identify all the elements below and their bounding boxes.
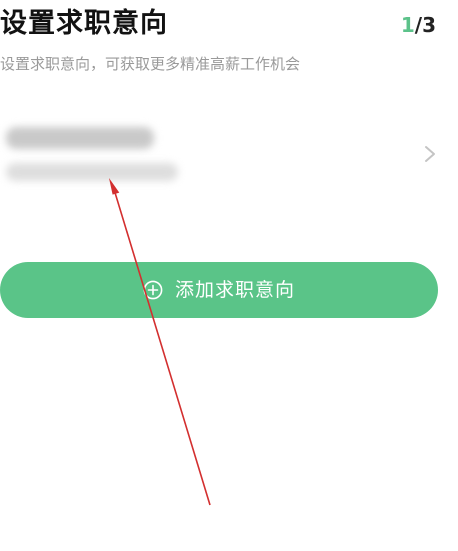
add-job-intention-label: 添加求职意向 xyxy=(174,279,295,301)
page-subtitle: 设置求职意向，可获取更多精准高薪工作机会 xyxy=(0,55,301,73)
job-intention-card[interactable] xyxy=(0,105,458,205)
chevron-right-icon xyxy=(425,146,435,162)
redacted-job-details xyxy=(6,163,178,181)
step-current: 1 xyxy=(400,13,415,37)
step-total: /3 xyxy=(414,13,436,37)
add-job-intention-button[interactable]: 添加求职意向 xyxy=(0,262,438,318)
plus-circle-icon xyxy=(143,280,163,300)
step-indicator: 1/3 xyxy=(401,12,436,38)
redacted-job-title xyxy=(6,127,154,149)
page-title: 设置求职意向 xyxy=(0,8,168,39)
